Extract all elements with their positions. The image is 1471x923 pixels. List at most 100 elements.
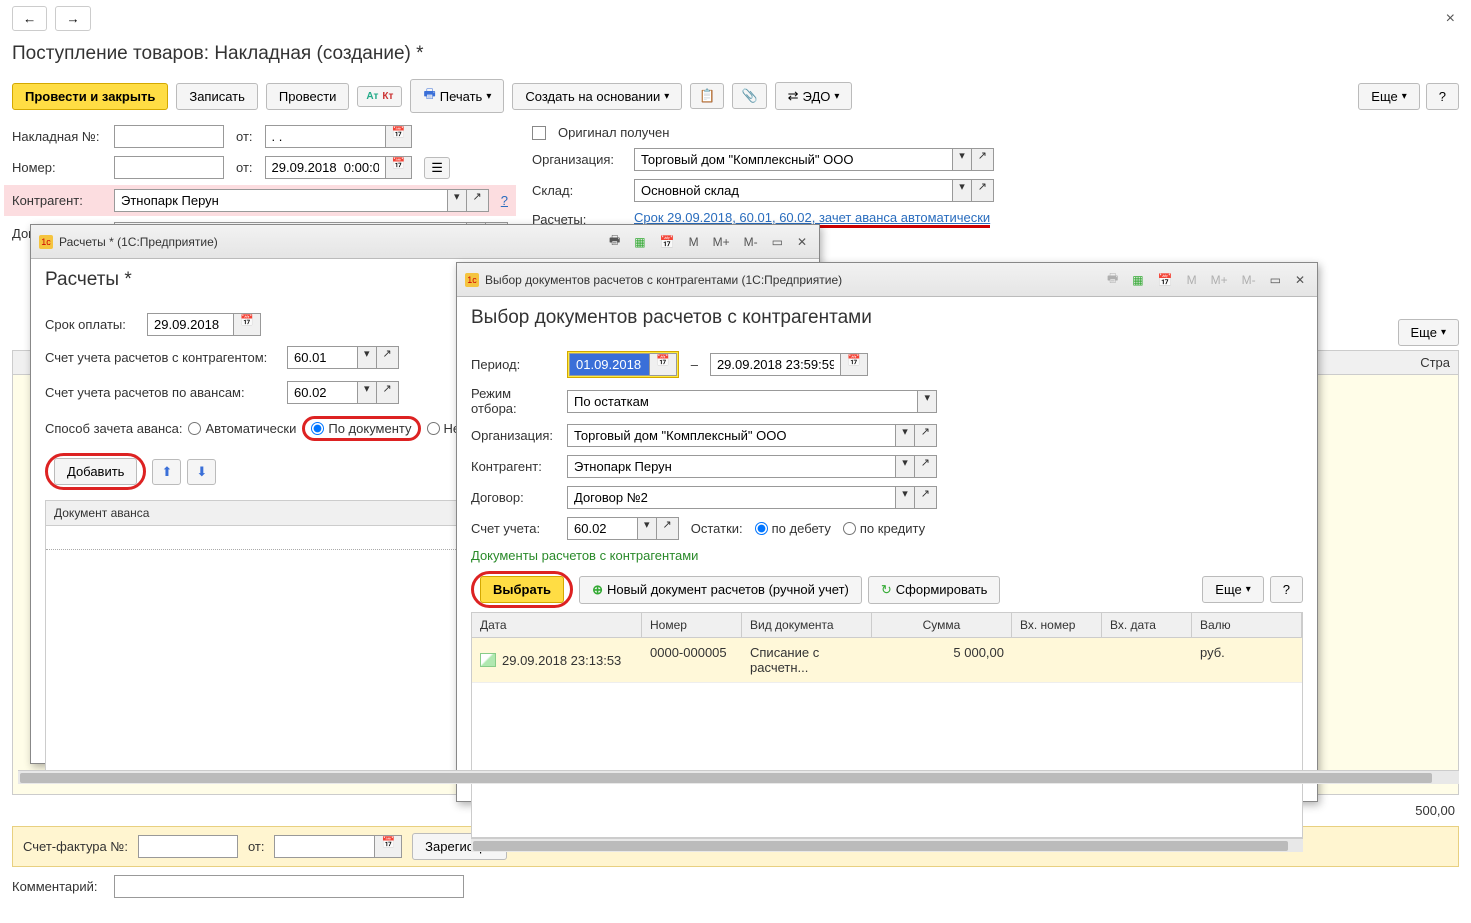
m-plus-button[interactable]: M+ — [709, 233, 734, 251]
cal-icon[interactable]: 📅 — [1154, 271, 1177, 289]
org-input[interactable] — [567, 424, 895, 447]
period-from-input[interactable] — [569, 353, 649, 376]
attach-icon-button[interactable]: 📎 — [732, 83, 766, 109]
close-icon[interactable]: ✕ — [1291, 271, 1309, 289]
main-h-scrollbar[interactable] — [18, 770, 1459, 784]
number-date-input[interactable] — [265, 156, 385, 179]
account-input[interactable] — [567, 517, 637, 540]
col-currency[interactable]: Валю — [1192, 613, 1302, 637]
dropdown-icon[interactable]: ▾ — [637, 517, 657, 540]
open-icon[interactable]: ↗ — [915, 424, 937, 447]
acc-counter-input[interactable] — [287, 346, 357, 369]
post-button[interactable]: Провести — [266, 83, 350, 110]
help-button[interactable]: ? — [1426, 83, 1459, 110]
m-minus-button[interactable]: M- — [740, 233, 762, 251]
print-icon[interactable]: 🖶 — [1103, 267, 1122, 292]
cal-icon[interactable]: 📅 — [656, 233, 679, 251]
calendar-icon[interactable]: 📅 — [374, 835, 402, 858]
m-button[interactable]: M — [1183, 271, 1201, 289]
sf-number-input[interactable] — [138, 835, 238, 858]
payment-due-input[interactable] — [147, 313, 233, 336]
dropdown-icon[interactable]: ▾ — [357, 346, 377, 369]
invoice-no-input[interactable] — [114, 125, 224, 148]
open-icon[interactable]: ↗ — [915, 486, 937, 509]
organization-input[interactable] — [634, 148, 952, 171]
open-icon[interactable]: ↗ — [972, 179, 994, 202]
open-icon[interactable]: ↗ — [377, 346, 399, 369]
calendar-icon[interactable]: 📅 — [233, 313, 261, 336]
open-icon[interactable]: ↗ — [467, 189, 489, 212]
minimize-icon[interactable]: ▭ — [768, 233, 787, 251]
close-icon[interactable]: × — [1442, 8, 1459, 30]
refresh-button[interactable]: ↻ Сформировать — [868, 576, 1001, 604]
dropdown-icon[interactable]: ▾ — [895, 455, 915, 478]
dtkt-icon-button[interactable]: АтКт — [357, 86, 402, 107]
m-minus-button[interactable]: M- — [1238, 271, 1260, 289]
dropdown-icon[interactable]: ▾ — [952, 148, 972, 171]
post-and-close-button[interactable]: Провести и закрыть — [12, 83, 168, 110]
m-plus-button[interactable]: M+ — [1207, 271, 1232, 289]
acc-advance-input[interactable] — [287, 381, 357, 404]
counterparty-help-link[interactable]: ? — [501, 193, 508, 208]
move-up-button[interactable]: ⬆ — [152, 459, 181, 485]
col-sum[interactable]: Сумма — [872, 613, 1012, 637]
calendar-icon[interactable]: 📅 — [840, 353, 868, 376]
copy-icon-button[interactable]: 📋 — [690, 83, 724, 109]
m-button[interactable]: M — [685, 233, 703, 251]
table-row[interactable]: 29.09.2018 23:13:53 0000-000005 Списание… — [472, 638, 1302, 683]
col-number[interactable]: Номер — [642, 613, 742, 637]
calendar-icon[interactable]: 📅 — [385, 125, 413, 148]
help2-button[interactable]: ? — [1270, 576, 1303, 603]
bg-more-button[interactable]: Еще — [1398, 319, 1459, 346]
col-doctype[interactable]: Вид документа — [742, 613, 872, 637]
warehouse-input[interactable] — [634, 179, 952, 202]
counterparty-input[interactable] — [114, 189, 447, 212]
radio-debit[interactable]: по дебету — [755, 521, 831, 536]
add-button[interactable]: Добавить — [54, 458, 137, 485]
h-scrollbar[interactable] — [471, 838, 1303, 852]
filter-mode-input[interactable] — [567, 390, 917, 413]
list-icon-button[interactable]: ☰ — [424, 157, 450, 179]
new-doc-button[interactable]: ⊕ Новый документ расчетов (ручной учет) — [579, 576, 862, 604]
more-button[interactable]: Еще — [1358, 83, 1419, 110]
dropdown-icon[interactable]: ▾ — [895, 486, 915, 509]
print-button[interactable]: 🖶 Печать — [410, 79, 504, 113]
move-down-button[interactable]: ⬇ — [187, 459, 216, 485]
nav-forward-button[interactable]: → — [55, 6, 90, 31]
contract2-input[interactable] — [567, 486, 895, 509]
dropdown-icon[interactable]: ▾ — [952, 179, 972, 202]
select-button[interactable]: Выбрать — [480, 576, 564, 603]
dropdown-icon[interactable]: ▾ — [357, 381, 377, 404]
cp-input[interactable] — [567, 455, 895, 478]
write-button[interactable]: Записать — [176, 83, 258, 110]
radio-auto[interactable]: Автоматически — [188, 421, 296, 436]
sf-date-input[interactable] — [274, 835, 374, 858]
radio-credit[interactable]: по кредиту — [843, 521, 925, 536]
print-icon[interactable]: 🖶 — [605, 229, 624, 254]
invoice-date-input[interactable] — [265, 125, 385, 148]
dropdown-icon[interactable]: ▾ — [917, 390, 937, 413]
calendar-icon[interactable]: 📅 — [649, 353, 677, 376]
open-icon[interactable]: ↗ — [377, 381, 399, 404]
close-icon[interactable]: ✕ — [793, 233, 811, 251]
grid-icon[interactable]: ▦ — [630, 233, 649, 251]
number-input[interactable] — [114, 156, 224, 179]
col-date[interactable]: Дата — [472, 613, 642, 637]
original-received-checkbox[interactable] — [532, 126, 546, 140]
minimize-icon[interactable]: ▭ — [1266, 271, 1285, 289]
grid-icon[interactable]: ▦ — [1128, 271, 1147, 289]
period-to-input[interactable] — [710, 353, 840, 376]
create-based-button[interactable]: Создать на основании — [512, 83, 682, 110]
calendar-icon[interactable]: 📅 — [385, 156, 413, 179]
dropdown-icon[interactable]: ▾ — [447, 189, 467, 212]
col-extdate[interactable]: Вх. дата — [1102, 613, 1192, 637]
col-extno[interactable]: Вх. номер — [1012, 613, 1102, 637]
open-icon[interactable]: ↗ — [915, 455, 937, 478]
comment-input[interactable] — [114, 875, 464, 898]
edo-button[interactable]: ⇄ ЭДО — [775, 82, 853, 110]
open-icon[interactable]: ↗ — [972, 148, 994, 171]
open-icon[interactable]: ↗ — [657, 517, 679, 540]
dropdown-icon[interactable]: ▾ — [895, 424, 915, 447]
nav-back-button[interactable]: ← — [12, 6, 47, 31]
more2-button[interactable]: Еще — [1202, 576, 1263, 603]
